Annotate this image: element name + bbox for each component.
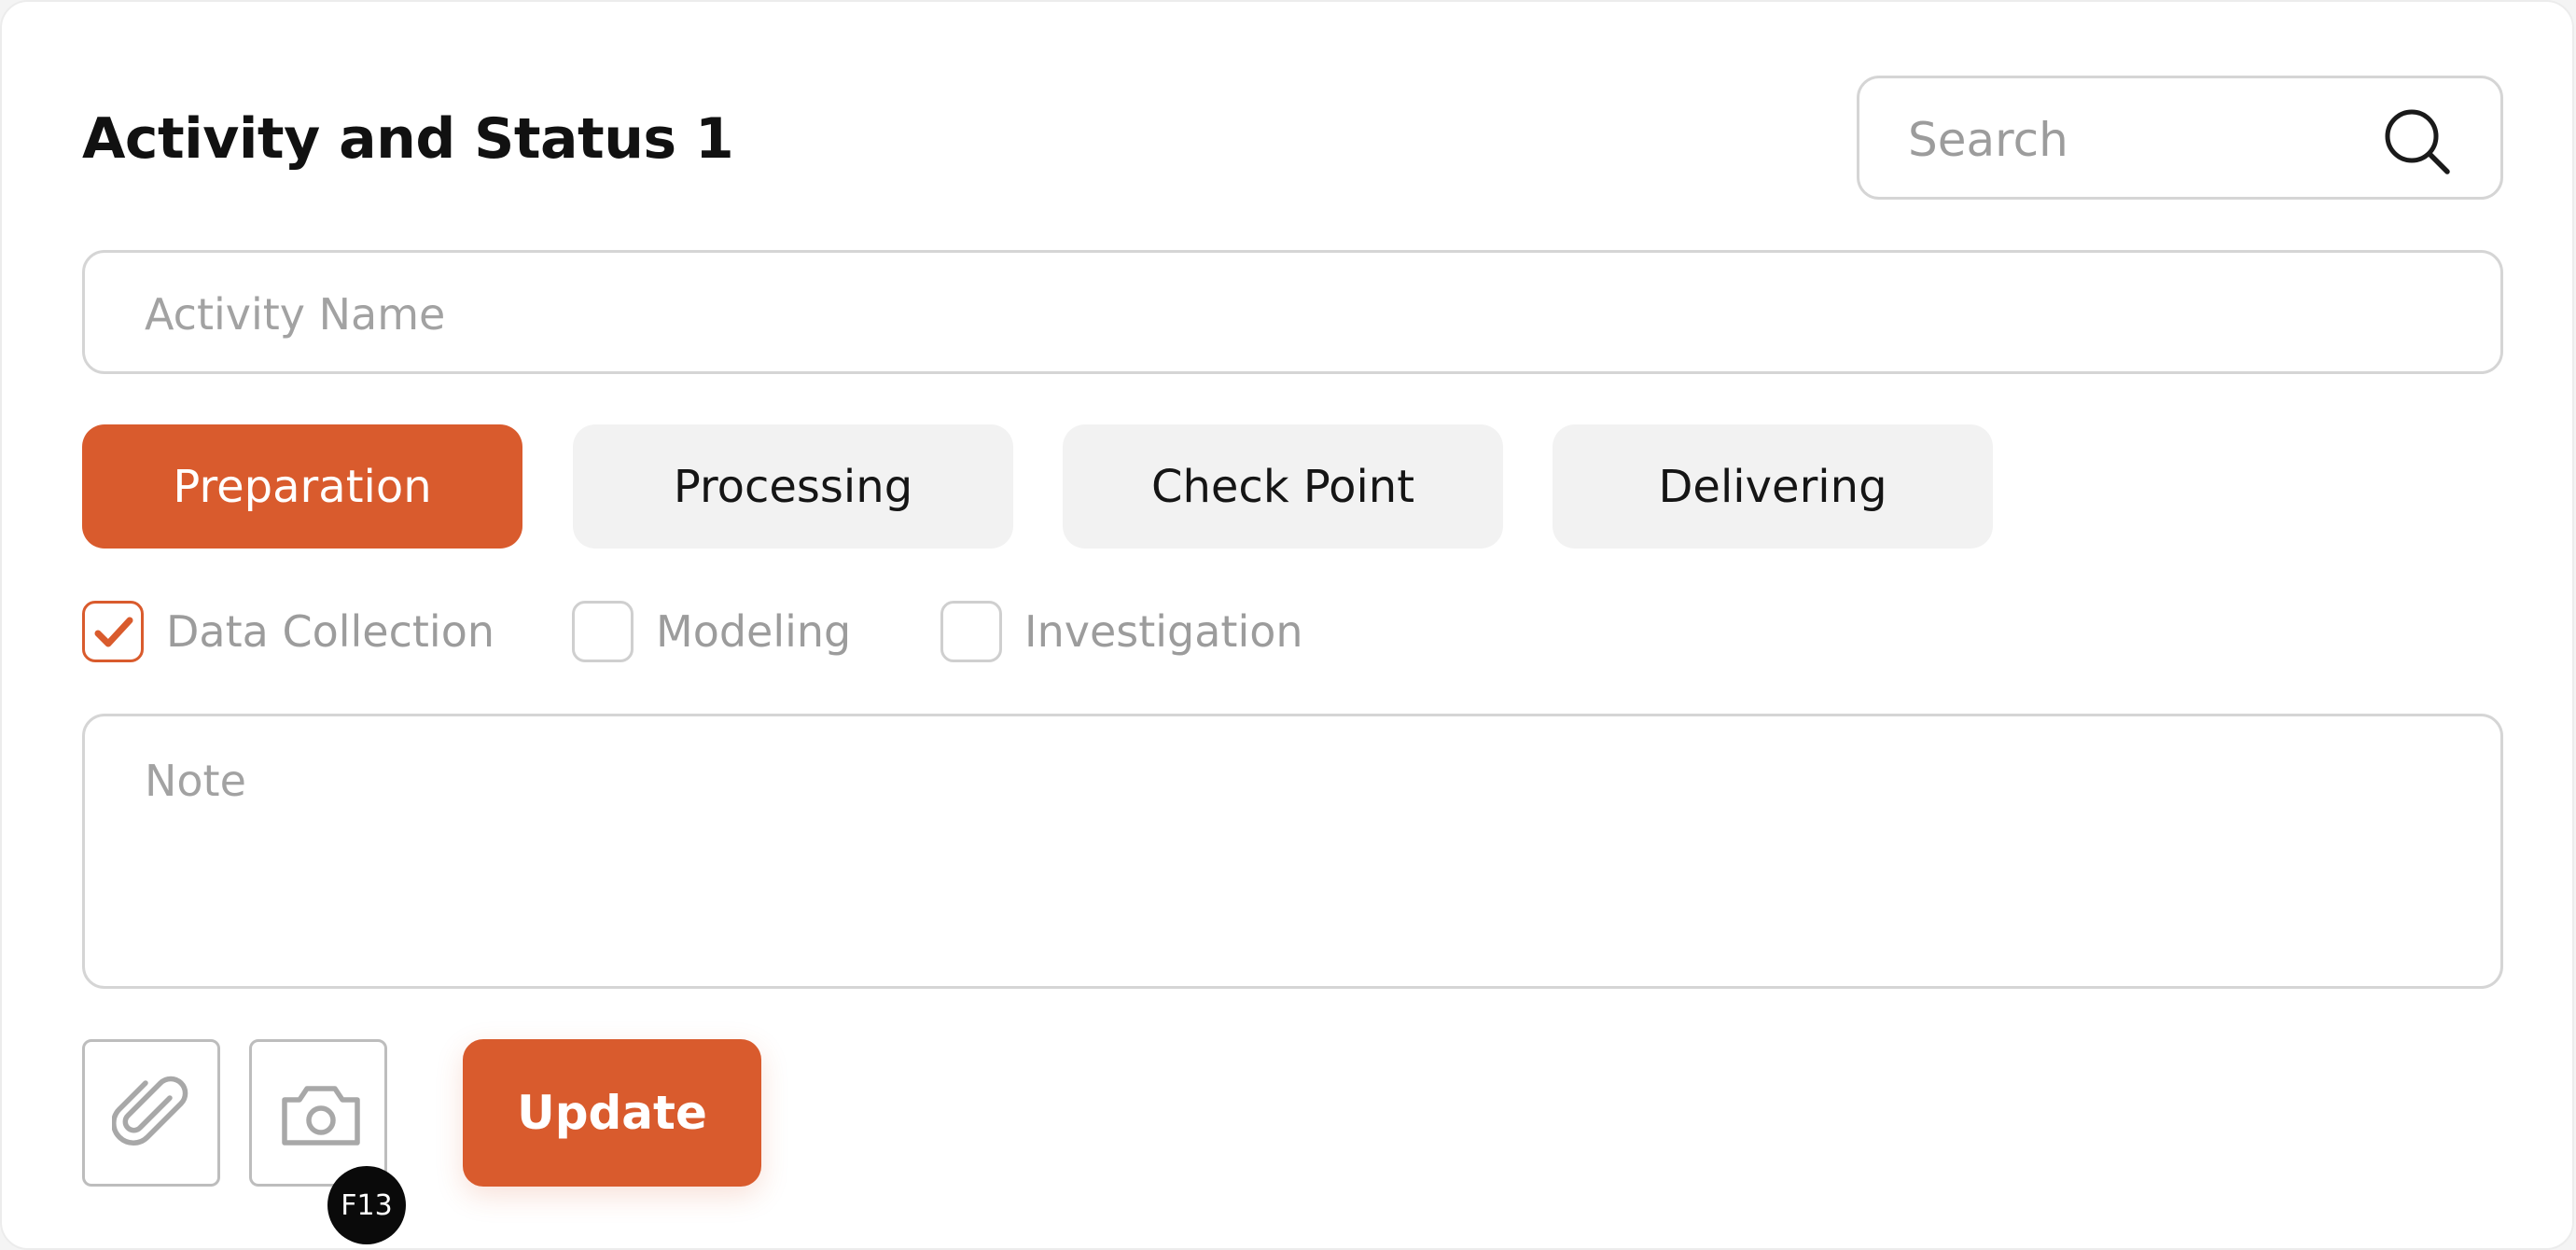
page-title: Activity and Status 1 (82, 106, 734, 172)
shortcut-badge: F13 (327, 1166, 406, 1244)
paperclip-icon (112, 1076, 188, 1146)
update-button[interactable]: Update (463, 1039, 761, 1187)
checkbox-data-collection[interactable]: Data Collection (82, 599, 494, 664)
activity-name-field[interactable] (82, 250, 2503, 374)
checkbox-label: Data Collection (166, 606, 494, 657)
checkmark-icon (94, 617, 133, 647)
tab-processing[interactable]: Processing (573, 424, 1013, 549)
checkbox-box[interactable] (572, 601, 634, 662)
note-textarea[interactable] (143, 754, 2442, 944)
tab-delivering[interactable]: Delivering (1553, 424, 1993, 549)
checkbox-box[interactable] (940, 601, 1002, 662)
checkbox-label: Investigation (1024, 606, 1303, 657)
search-box[interactable] (1857, 76, 2503, 200)
checkbox-label: Modeling (656, 606, 852, 657)
activity-name-input[interactable] (143, 281, 2386, 348)
checkbox-modeling[interactable]: Modeling (572, 599, 851, 664)
camera-icon (282, 1086, 360, 1146)
attach-button[interactable] (82, 1039, 220, 1187)
activity-status-card: Activity and Status 1 Preparation Proces… (0, 0, 2574, 1250)
checkbox-investigation[interactable]: Investigation (940, 599, 1303, 664)
search-icon[interactable] (2382, 106, 2451, 175)
search-input[interactable] (1906, 106, 2376, 174)
tab-check-point[interactable]: Check Point (1063, 424, 1503, 549)
checkbox-box[interactable] (82, 601, 144, 662)
tab-preparation[interactable]: Preparation (82, 424, 522, 549)
camera-button[interactable] (249, 1039, 387, 1187)
note-field[interactable] (82, 714, 2503, 989)
